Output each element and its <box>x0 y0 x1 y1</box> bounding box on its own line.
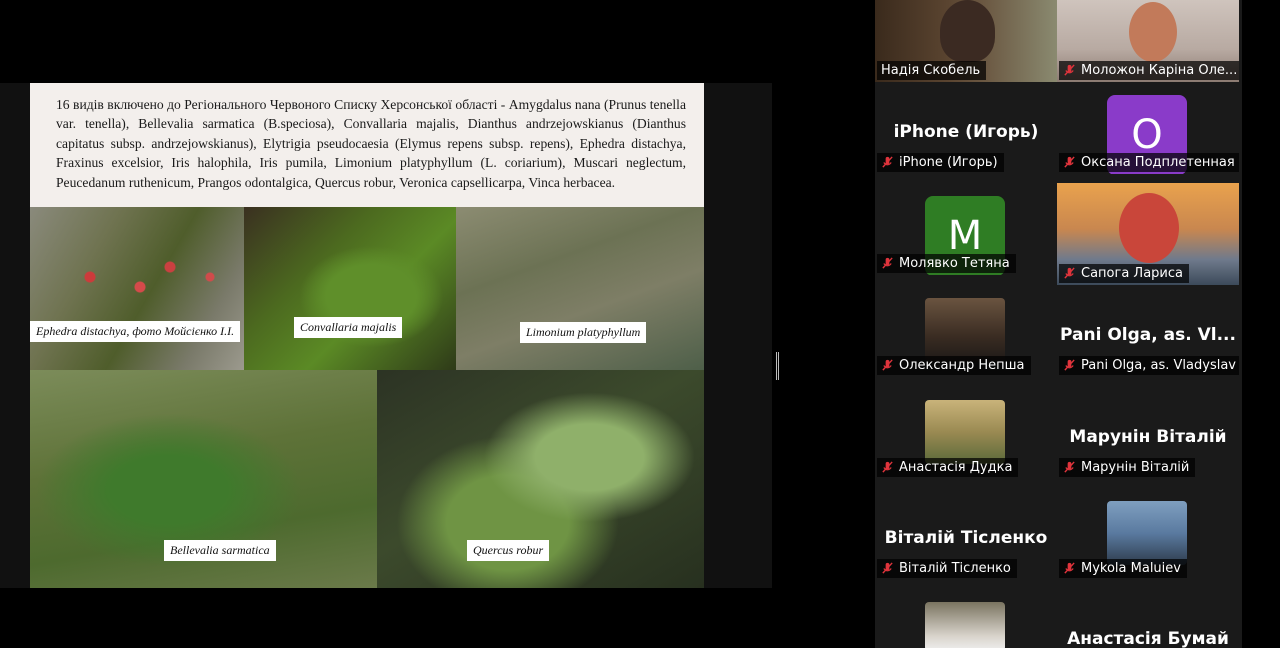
participant-name-tag: Олександр Непша <box>877 356 1031 375</box>
participant-name: Надія Скобель <box>881 63 981 78</box>
screen-share-area: 16 видів включено до Регіонального Черво… <box>0 0 875 648</box>
muted-mic-icon <box>1064 156 1075 168</box>
participant-display-name: Марунін Віталій <box>1069 427 1227 447</box>
muted-mic-icon <box>882 156 893 168</box>
participant-name-tag: Моложон Каріна Оле... <box>1059 61 1239 80</box>
participant-name-tag: Mykola Maluiev <box>1059 559 1187 578</box>
participant-name: Pani Olga, as. Vladyslav <box>1081 358 1236 373</box>
participant-tile[interactable] <box>875 599 1057 648</box>
caption-ephedra: Ephedra distachya, фото Мойсієнко І.І. <box>30 321 241 342</box>
panel-resize-handle[interactable] <box>776 352 779 380</box>
participant-name: Mykola Maluiev <box>1081 561 1181 576</box>
participant-display-name: iPhone (Игорь) <box>893 122 1039 142</box>
participant-display-name: Віталій Тісленко <box>884 528 1048 548</box>
participant-name-tag: Pani Olga, as. Vladyslav <box>1059 356 1239 375</box>
participant-name: Оксана Подплетенная <box>1081 155 1235 170</box>
participant-display-name: Анастасія Бумай <box>1067 629 1229 648</box>
participant-tile[interactable]: Олександр Непша <box>875 295 1057 377</box>
participant-name-tag: Віталій Тісленко <box>877 559 1017 578</box>
participant-name: iPhone (Игорь) <box>899 155 998 170</box>
participant-tile[interactable]: Віталій Тісленко Віталій Тісленко <box>875 498 1057 580</box>
participant-name-tag: iPhone (Игорь) <box>877 153 1004 172</box>
muted-mic-icon <box>1064 64 1075 76</box>
participant-face <box>940 0 995 62</box>
muted-mic-icon <box>882 461 893 473</box>
participant-tile-active[interactable]: Надія Скобель <box>875 0 1057 82</box>
participant-name: Віталій Тісленко <box>899 561 1011 576</box>
muted-mic-icon <box>882 562 893 574</box>
participant-tile[interactable]: Анастасія Бумай <box>1057 599 1239 648</box>
participant-gallery: Надія Скобель Моложон Каріна Оле... iPho… <box>875 0 1242 648</box>
participant-tile[interactable]: iPhone (Игорь) iPhone (Игорь) <box>875 92 1057 174</box>
participant-name-tag: Марунін Віталій <box>1059 458 1196 477</box>
participant-name: Молявко Тетяна <box>899 256 1010 271</box>
participant-name-tag: Сапога Лариса <box>1059 264 1189 283</box>
participant-tile[interactable]: Марунін Віталій Марунін Віталій <box>1057 397 1239 479</box>
participant-name: Олександр Непша <box>899 358 1025 373</box>
participant-tile[interactable]: M Молявко Тетяна <box>875 193 1057 275</box>
photo-limonium: Limonium platyphyllum <box>456 207 704 370</box>
participant-tile[interactable]: Mykola Maluiev <box>1057 498 1239 580</box>
participant-avatar <box>925 602 1005 648</box>
caption-quercus: Quercus robur <box>467 540 550 561</box>
participant-name: Моложон Каріна Оле... <box>1081 63 1238 78</box>
participant-name-tag: Оксана Подплетенная <box>1059 153 1239 172</box>
participant-tile[interactable]: Сапога Лариса <box>1057 183 1239 285</box>
participant-face <box>1129 2 1177 62</box>
participant-tile[interactable]: Pani Olga, as. Vl... Pani Olga, as. Vlad… <box>1057 295 1239 377</box>
participant-name: Марунін Віталій <box>1081 460 1190 475</box>
caption-limonium: Limonium platyphyllum <box>520 322 647 343</box>
participant-tile[interactable]: Моложон Каріна Оле... <box>1057 0 1239 82</box>
photo-quercus: Quercus robur <box>377 370 704 588</box>
participant-face <box>1119 193 1179 263</box>
muted-mic-icon <box>1064 359 1075 371</box>
muted-mic-icon <box>882 257 893 269</box>
caption-bellevalia: Bellevalia sarmatica <box>164 540 276 561</box>
caption-convallaria: Convallaria majalis <box>294 317 403 338</box>
photo-bellevalia: Bellevalia sarmatica <box>30 370 377 588</box>
participant-avatar <box>925 298 1005 362</box>
photo-convallaria: Convallaria majalis <box>244 207 456 370</box>
participant-name-tag: Молявко Тетяна <box>877 254 1016 273</box>
muted-mic-icon <box>1064 461 1075 473</box>
participant-avatar <box>1107 501 1187 565</box>
muted-mic-icon <box>1064 267 1075 279</box>
participant-tile[interactable]: Анастасія Дудка <box>875 397 1057 479</box>
muted-mic-icon <box>882 359 893 371</box>
participant-name-tag: Надія Скобель <box>877 61 987 80</box>
participant-tile[interactable]: O Оксана Подплетенная <box>1057 92 1239 174</box>
participant-name-tag: Анастасія Дудка <box>877 458 1019 477</box>
participant-name: Анастасія Дудка <box>899 460 1013 475</box>
slide-text: 16 видів включено до Регіонального Черво… <box>56 97 686 190</box>
presentation-slide: 16 видів включено до Регіонального Черво… <box>30 83 704 588</box>
muted-mic-icon <box>1064 562 1075 574</box>
photo-ephedra: Ephedra distachya, фото Мойсієнко І.І. <box>30 207 244 370</box>
participant-avatar <box>925 400 1005 464</box>
participant-display-name: Pani Olga, as. Vl... <box>1060 325 1236 345</box>
participant-name: Сапога Лариса <box>1081 266 1183 281</box>
